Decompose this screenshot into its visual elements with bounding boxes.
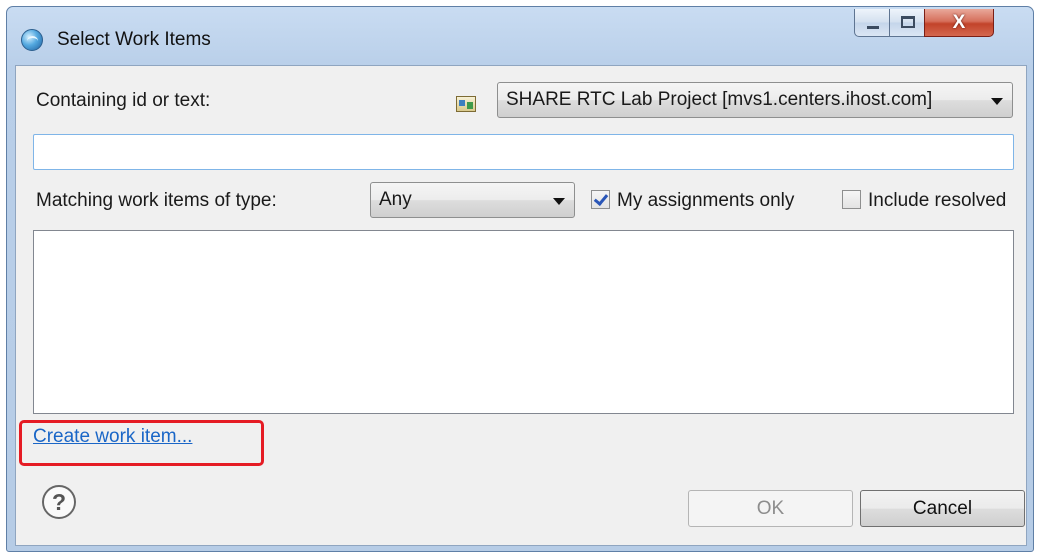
work-items-results-list[interactable] — [33, 230, 1014, 414]
app-globe-icon — [21, 29, 43, 51]
search-label: Containing id or text: — [36, 90, 211, 111]
type-filter-label: Matching work items of type: — [36, 190, 277, 211]
project-select-value: SHARE RTC Lab Project [mvs1.centers.ihos… — [506, 89, 933, 110]
type-select-value: Any — [379, 189, 412, 210]
my-assignments-checkbox[interactable] — [591, 190, 610, 209]
include-resolved-label[interactable]: Include resolved — [868, 190, 1006, 212]
minimize-icon — [867, 26, 879, 29]
my-assignments-label[interactable]: My assignments only — [617, 190, 794, 212]
search-input[interactable] — [33, 134, 1014, 170]
project-select[interactable]: SHARE RTC Lab Project [mvs1.centers.ihos… — [497, 82, 1013, 118]
maximize-button[interactable] — [889, 9, 925, 37]
select-work-items-dialog: Select Work Items X Containing id or tex… — [6, 6, 1034, 552]
project-area-icon — [456, 96, 476, 112]
work-item-type-select[interactable]: Any — [370, 182, 575, 218]
create-work-item-link[interactable]: Create work item... — [33, 426, 192, 448]
chevron-down-icon[interactable] — [553, 198, 565, 205]
close-button[interactable]: X — [924, 9, 994, 37]
include-resolved-checkbox[interactable] — [842, 190, 861, 209]
maximize-icon — [901, 16, 915, 28]
title-bar[interactable]: Select Work Items X — [7, 7, 1033, 65]
help-icon[interactable]: ? — [42, 485, 76, 519]
window-title: Select Work Items — [57, 29, 211, 50]
cancel-button[interactable]: Cancel — [860, 490, 1025, 527]
close-icon: X — [952, 12, 966, 33]
dialog-content: Containing id or text: SHARE RTC Lab Pro… — [15, 65, 1027, 546]
minimize-button[interactable] — [854, 9, 890, 37]
chevron-down-icon[interactable] — [991, 98, 1003, 105]
ok-button[interactable]: OK — [688, 490, 853, 527]
